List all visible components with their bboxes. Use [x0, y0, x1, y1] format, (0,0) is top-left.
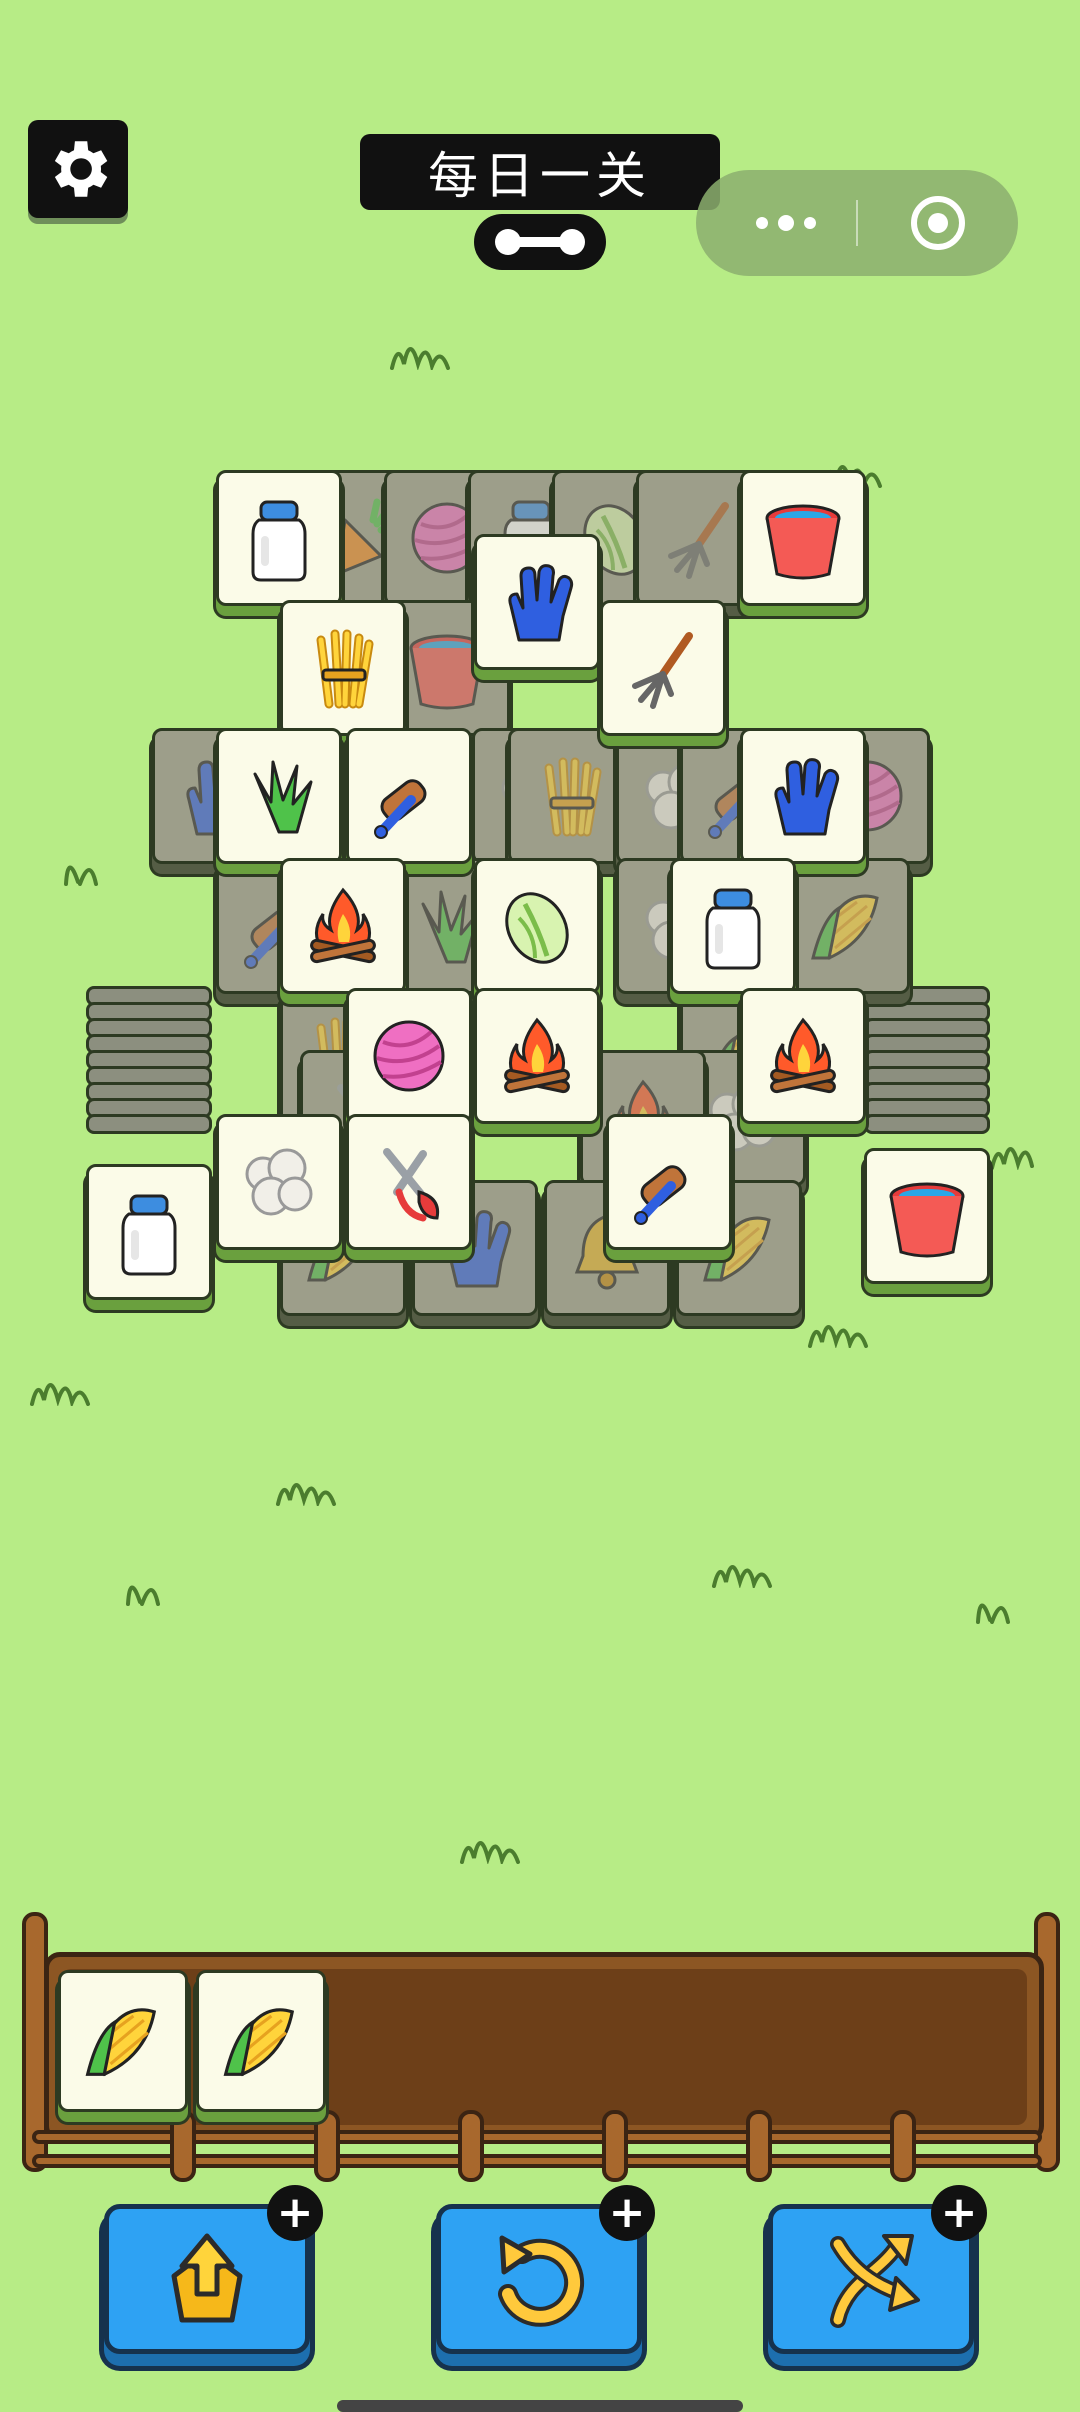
pitchfork-icon: [668, 502, 729, 579]
pitchfork-icon: [632, 632, 693, 709]
tool-undo-button[interactable]: +: [436, 2185, 655, 2354]
tile-milk[interactable]: [86, 1164, 212, 1300]
fence-post: [314, 2110, 340, 2182]
bucket-icon: [889, 1182, 965, 1258]
tile-shears[interactable]: [346, 1114, 472, 1250]
tile-yarn[interactable]: [346, 988, 472, 1124]
milk-icon: [121, 1194, 177, 1276]
grass-icon: [253, 760, 313, 834]
corn-icon: [223, 2008, 295, 2077]
milk-icon: [251, 500, 307, 582]
corn-icon: [85, 2008, 157, 2077]
add-move-out-badge[interactable]: +: [267, 2185, 323, 2241]
tile-grass[interactable]: [216, 728, 342, 864]
campfire-icon: [504, 1017, 570, 1094]
tile-milk[interactable]: [670, 858, 796, 994]
tile-corn: [784, 858, 910, 994]
tile-glove[interactable]: [740, 728, 866, 864]
tile-brush[interactable]: [606, 1114, 732, 1250]
tile-wool[interactable]: [216, 1114, 342, 1250]
tile-campfire[interactable]: [280, 858, 406, 994]
shears-icon: [383, 1148, 440, 1222]
fence-post: [746, 2110, 772, 2182]
tile-brush[interactable]: [346, 728, 472, 864]
add-shuffle-badge[interactable]: +: [931, 2185, 987, 2241]
add-undo-badge[interactable]: +: [599, 2185, 655, 2241]
wheat-icon: [316, 629, 374, 709]
tile-campfire[interactable]: [474, 988, 600, 1124]
tray-tile-corn: [58, 1970, 188, 2112]
stacked-tile-layer: [86, 1114, 212, 1134]
tile-glove[interactable]: [474, 534, 600, 670]
tool-move-out-button[interactable]: +: [104, 2185, 323, 2354]
fence-post: [458, 2110, 484, 2182]
stacked-tile-layer: [864, 1114, 990, 1134]
corn-icon: [811, 894, 879, 960]
campfire-icon: [310, 887, 376, 964]
tile-campfire[interactable]: [740, 988, 866, 1124]
fence-post: [890, 2110, 916, 2182]
campfire-icon: [770, 1017, 836, 1094]
cabbage-icon: [505, 892, 569, 964]
move-out-icon: [171, 2233, 243, 2323]
tile-pitchfork[interactable]: [600, 600, 726, 736]
tile-bucket[interactable]: [740, 470, 866, 606]
glove-icon: [774, 758, 840, 836]
wheat-icon: [544, 757, 602, 837]
tile-milk[interactable]: [216, 470, 342, 606]
collection-tray: [22, 1912, 1060, 2192]
wool-icon: [245, 1148, 313, 1216]
tool-shuffle-button[interactable]: +: [768, 2185, 987, 2354]
glove-icon: [508, 564, 574, 642]
brush-icon: [374, 779, 427, 839]
yarn-icon: [373, 1020, 445, 1092]
tile-cabbage[interactable]: [474, 858, 600, 994]
tray-tile-corn: [196, 1970, 326, 2112]
bucket-icon: [765, 504, 841, 580]
milk-icon: [705, 888, 761, 970]
tile-bucket[interactable]: [864, 1148, 990, 1284]
brush-icon: [634, 1165, 687, 1225]
home-indicator: [337, 2400, 743, 2412]
undo-icon: [498, 2235, 585, 2327]
tile-wheat[interactable]: [280, 600, 406, 736]
fence-post: [170, 2110, 196, 2182]
shuffle-icon: [830, 2234, 920, 2328]
fence-post: [602, 2110, 628, 2182]
